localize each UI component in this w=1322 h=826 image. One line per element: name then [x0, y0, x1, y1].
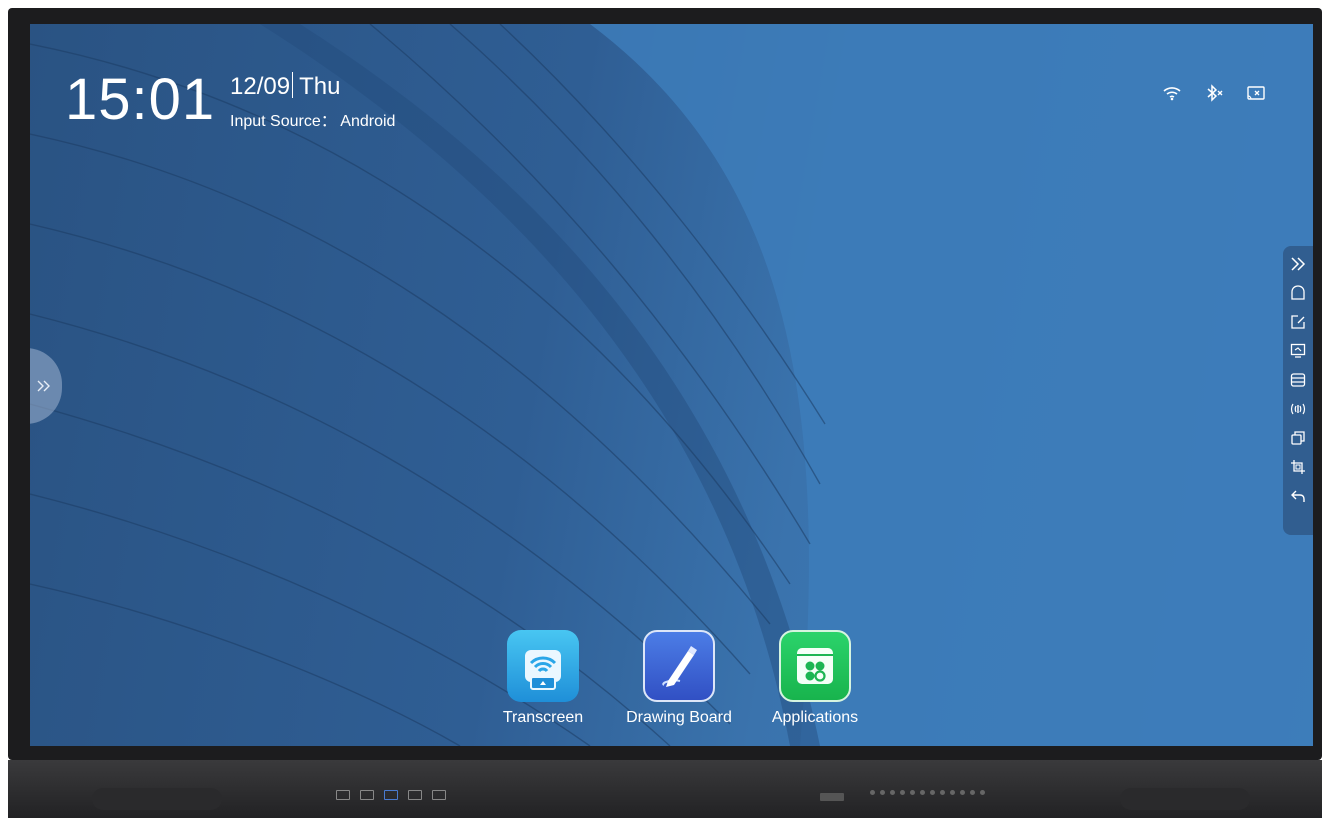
- port: [408, 790, 422, 800]
- hardware-buttons: [870, 790, 985, 795]
- applications-icon[interactable]: [779, 630, 851, 702]
- side-toolbar: [1283, 246, 1313, 535]
- port: [360, 790, 374, 800]
- hw-button[interactable]: [960, 790, 965, 795]
- window-icon[interactable]: [1287, 426, 1309, 450]
- clock-time: 15:01: [65, 67, 216, 132]
- wifi-icon[interactable]: [1159, 82, 1185, 104]
- expand-double-chevron-icon: [37, 380, 50, 392]
- port: [432, 790, 446, 800]
- date-value: 12/09: [230, 73, 291, 100]
- drawing-board-icon[interactable]: [643, 630, 715, 702]
- app-transcreen[interactable]: Transcreen: [488, 630, 598, 727]
- date-display: 12/09 Thu: [230, 72, 340, 101]
- screen-icon[interactable]: [1287, 339, 1309, 363]
- hw-button[interactable]: [920, 790, 925, 795]
- input-source-label: Input Source： Android: [230, 113, 396, 130]
- signal-icon[interactable]: [1287, 397, 1309, 421]
- hw-button[interactable]: [930, 790, 935, 795]
- weekday: Thu: [299, 73, 341, 100]
- home-icon[interactable]: [1287, 281, 1309, 305]
- annotate-icon[interactable]: [1287, 310, 1309, 334]
- app-label: Drawing Board: [626, 709, 732, 726]
- app-drawing-board[interactable]: Drawing Board: [624, 630, 734, 727]
- hw-button[interactable]: [880, 790, 885, 795]
- screenshot-icon[interactable]: [1287, 455, 1309, 479]
- status-bar: [1159, 82, 1269, 104]
- port-group: [336, 790, 446, 800]
- app-label: Applications: [771, 709, 859, 726]
- port: [384, 790, 398, 800]
- transcreen-icon[interactable]: [507, 630, 579, 702]
- hw-button[interactable]: [940, 790, 945, 795]
- hw-button[interactable]: [890, 790, 895, 795]
- ir-sensor: [820, 793, 844, 801]
- home-screen: 15:01 12/09 Thu Input Source： Android Tr…: [30, 24, 1313, 746]
- port: [336, 790, 350, 800]
- hw-button[interactable]: [870, 790, 875, 795]
- hw-button[interactable]: [970, 790, 975, 795]
- back-icon[interactable]: [1287, 484, 1309, 508]
- app-label: Transcreen: [502, 709, 584, 726]
- hw-button[interactable]: [910, 790, 915, 795]
- bluetooth-off-icon[interactable]: [1201, 82, 1227, 104]
- app-dock: Transcreen Drawing Board Applications: [488, 630, 870, 727]
- hw-button[interactable]: [950, 790, 955, 795]
- speaker-grille-right: [1120, 788, 1250, 810]
- expand-double-chevron-icon[interactable]: [1287, 252, 1309, 276]
- front-panel: [8, 760, 1322, 818]
- screen-share-icon[interactable]: [1243, 82, 1269, 104]
- hw-button[interactable]: [980, 790, 985, 795]
- speaker-grille-left: [92, 788, 222, 810]
- app-applications[interactable]: Applications: [760, 630, 870, 727]
- date-separator: [292, 72, 294, 98]
- storage-icon[interactable]: [1287, 368, 1309, 392]
- hw-button[interactable]: [900, 790, 905, 795]
